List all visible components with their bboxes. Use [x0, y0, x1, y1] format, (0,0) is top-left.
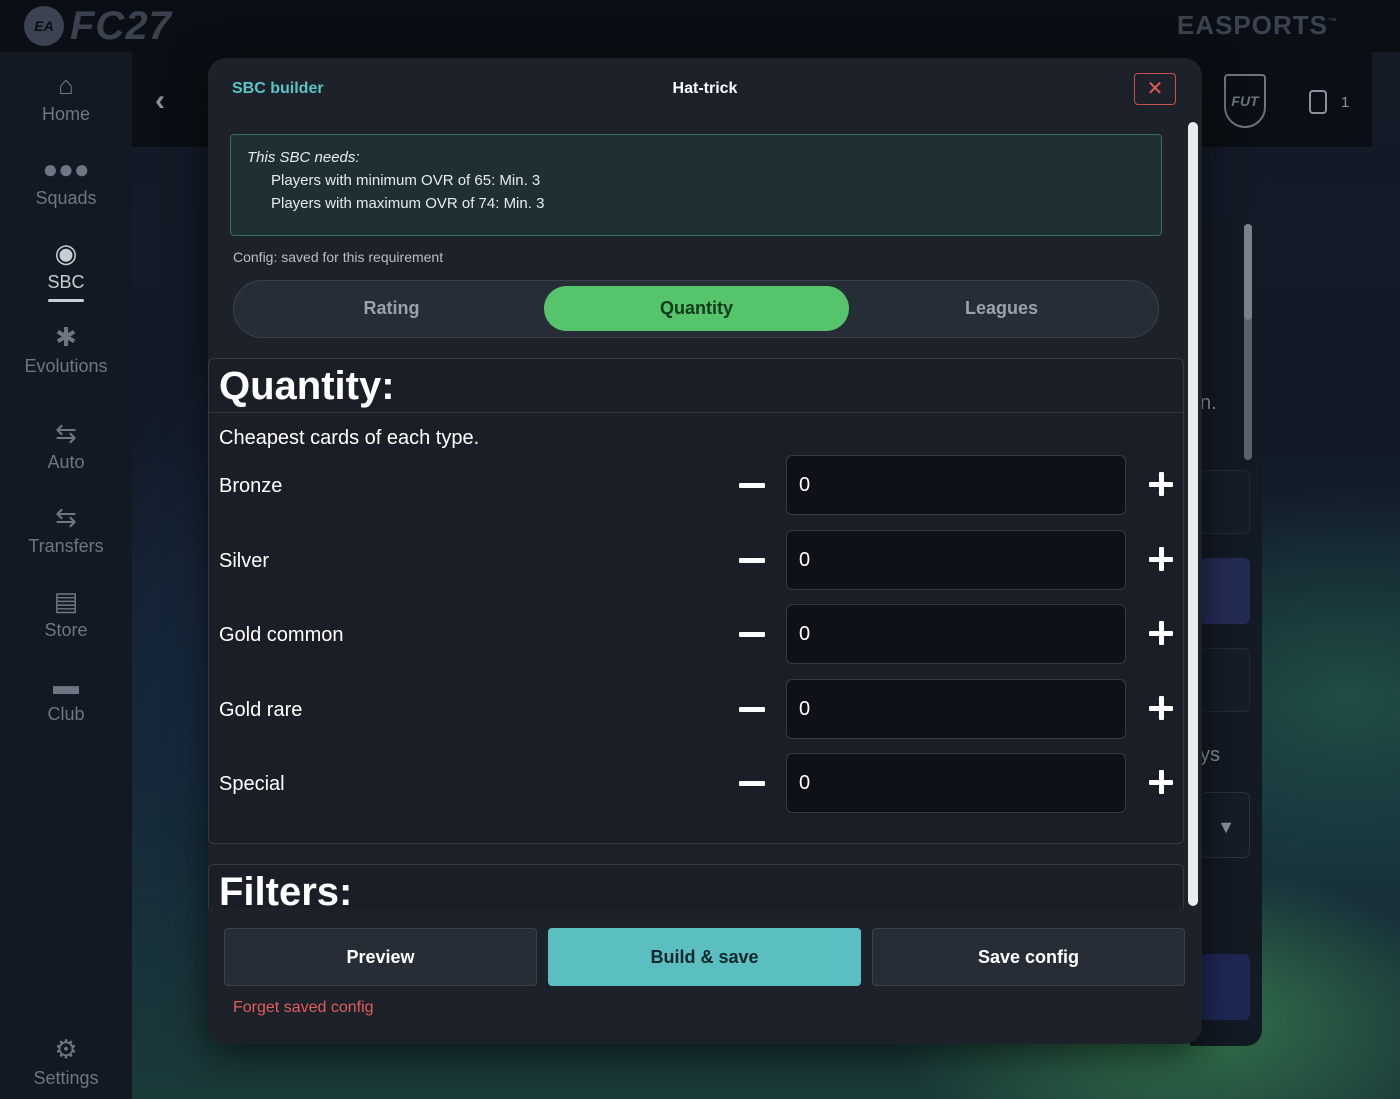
decrement-button[interactable]: [733, 614, 771, 654]
sidebar-item-store[interactable]: ▤ Store: [0, 586, 132, 641]
coin-count: 1: [1341, 94, 1350, 111]
build-and-save-button[interactable]: Build & save: [548, 928, 861, 986]
quantity-row-gold-rare: Gold rare: [209, 679, 1185, 741]
sidebar-item-label: Squads: [35, 188, 97, 208]
modal-scrollbar[interactable]: [1188, 122, 1198, 906]
increment-button[interactable]: [1144, 763, 1178, 803]
chevron-left-icon[interactable]: ‹: [155, 84, 165, 118]
sidebar-item-label: Auto: [47, 452, 85, 472]
filters-section: Filters:: [208, 864, 1184, 908]
swap-icon: ⇆: [55, 502, 77, 532]
modal-scroll-area[interactable]: This SBC needs: Players with minimum OVR…: [208, 122, 1202, 908]
sidebar-item-settings[interactable]: ⚙ Settings: [0, 1034, 132, 1089]
decrement-button[interactable]: [733, 763, 771, 803]
quantity-row-label: Silver: [219, 550, 270, 572]
background-scrollbar-thumb[interactable]: [1244, 224, 1252, 320]
requirements-title: This SBC needs:: [247, 149, 360, 166]
home-icon: ⌂: [58, 70, 74, 100]
requirement-line: Players with maximum OVR of 74: Min. 3: [271, 195, 545, 212]
close-button[interactable]: ✕: [1134, 73, 1176, 105]
preview-button[interactable]: Preview: [224, 928, 537, 986]
sidebar-item-transfers[interactable]: ⇆ Transfers: [0, 502, 132, 557]
ea-logo-badge: EA: [24, 6, 64, 46]
club-icon: ▬: [53, 670, 79, 700]
people-icon: ●●●: [42, 154, 90, 184]
decrement-button[interactable]: [733, 465, 771, 505]
dna-icon: ✱: [55, 322, 77, 352]
active-indicator: [48, 299, 84, 302]
app-logo-title: FC27: [70, 4, 172, 48]
quantity-row-label: Special: [219, 773, 285, 795]
quantity-row-label: Gold common: [219, 624, 344, 646]
tab-rating[interactable]: Rating: [239, 286, 544, 331]
sbc-icon: ◉: [54, 238, 78, 268]
ea-sports-brand: EASPORTS™: [1176, 10, 1338, 40]
tab-leagues[interactable]: Leagues: [849, 286, 1154, 331]
quantity-row-silver: Silver: [209, 530, 1185, 592]
sidebar-item-label: Evolutions: [24, 356, 108, 376]
quantity-input[interactable]: [786, 753, 1126, 813]
top-bar: EA FC27 EASPORTS™: [0, 0, 1400, 52]
save-config-button[interactable]: Save config: [872, 928, 1185, 986]
cart-icon: ▤: [53, 586, 79, 616]
ea-sports-brand-text: EASPORTS: [1176, 10, 1328, 40]
background-partial-text: n.: [1200, 392, 1217, 414]
sidebar-item-evolutions[interactable]: ✱ Evolutions: [0, 322, 132, 377]
sidebar-item-label: Store: [44, 620, 88, 640]
quantity-row-gold-common: Gold common: [209, 604, 1185, 666]
forget-config-link[interactable]: Forget saved config: [233, 999, 374, 1017]
requirement-line: Players with minimum OVR of 65: Min. 3: [271, 172, 541, 189]
filters-section-title: Filters:: [219, 870, 353, 908]
sbc-builder-modal: Hat-trick SBC builder ✕ This SBC needs: …: [208, 58, 1202, 1044]
sidebar-item-auto[interactable]: ⇆ Auto: [0, 418, 132, 473]
background-button[interactable]: [1200, 558, 1250, 624]
sidebar-item-sbc[interactable]: ◉ SBC: [0, 238, 132, 302]
quantity-section-title: Quantity:: [209, 359, 1183, 413]
increment-button[interactable]: [1144, 465, 1178, 505]
increment-button[interactable]: [1144, 540, 1178, 580]
quantity-section-subtitle: Cheapest cards of each type.: [219, 427, 480, 449]
sidebar-item-label: Transfers: [28, 536, 104, 556]
sidebar: ⌂ Home ●●● Squads ◉ SBC ✱ Evolutions ⇆ A…: [0, 52, 132, 1099]
quantity-row-label: Bronze: [219, 475, 283, 497]
config-note: Config: saved for this requirement: [233, 249, 444, 265]
sidebar-item-label: Club: [47, 704, 85, 724]
quantity-input[interactable]: [786, 604, 1126, 664]
modal-title: Hat-trick: [672, 80, 738, 97]
quantity-input[interactable]: [786, 530, 1126, 590]
sidebar-item-home[interactable]: ⌂ Home: [0, 70, 132, 125]
tab-quantity[interactable]: Quantity: [544, 286, 849, 331]
gear-icon: ⚙: [54, 1034, 78, 1064]
quantity-row-special: Special: [209, 753, 1185, 815]
coin-icon: [1309, 90, 1327, 114]
quantity-row-label: Gold rare: [219, 699, 303, 721]
swap-icon: ⇆: [55, 418, 77, 448]
sidebar-item-label: Home: [41, 104, 90, 124]
quantity-section: Quantity: Cheapest cards of each type. B…: [208, 358, 1184, 844]
quantity-input[interactable]: [786, 679, 1126, 739]
increment-button[interactable]: [1144, 614, 1178, 654]
sidebar-item-club[interactable]: ▬ Club: [0, 670, 132, 725]
sidebar-item-label: SBC: [47, 272, 85, 292]
decrement-button[interactable]: [733, 689, 771, 729]
background-button[interactable]: [1200, 954, 1250, 1020]
tab-bar: Rating Quantity Leagues: [233, 280, 1159, 338]
sidebar-item-squads[interactable]: ●●● Squads: [0, 154, 132, 209]
background-input[interactable]: [1200, 648, 1250, 712]
decrement-button[interactable]: [733, 540, 771, 580]
quantity-input[interactable]: [786, 455, 1126, 515]
increment-button[interactable]: [1144, 689, 1178, 729]
quantity-row-bronze: Bronze: [209, 455, 1185, 517]
chevron-down-icon[interactable]: ▼: [1200, 792, 1250, 858]
background-input[interactable]: [1200, 470, 1250, 534]
fut-shield-icon[interactable]: FUT: [1224, 74, 1266, 128]
requirements-box: This SBC needs: Players with minimum OVR…: [230, 134, 1162, 236]
sidebar-item-label: Settings: [33, 1068, 99, 1088]
background-partial-text: ys: [1200, 744, 1220, 766]
modal-header-label: SBC builder: [232, 80, 324, 97]
